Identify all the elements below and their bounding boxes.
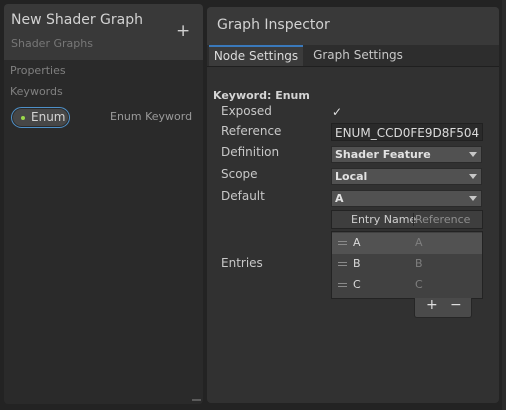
entry-row[interactable]: C C — [332, 275, 482, 296]
exposed-checkbox[interactable]: ✓ — [332, 105, 342, 119]
default-dropdown[interactable]: A — [331, 190, 482, 207]
enum-keyword-pill[interactable]: Enum — [11, 107, 70, 128]
entries-label: Entries — [221, 256, 263, 270]
entry-name[interactable]: C — [353, 278, 361, 291]
remove-entry-button[interactable]: − — [450, 297, 462, 313]
exposed-label: Exposed — [221, 104, 272, 118]
reference-label: Reference — [221, 124, 282, 138]
blackboard-header: New Shader Graph Shader Graphs + — [4, 4, 203, 60]
entry-row[interactable]: A A — [332, 233, 482, 254]
graph-path-subtitle: Shader Graphs — [11, 37, 93, 50]
default-value: A — [335, 192, 344, 205]
scope-value: Local — [335, 170, 368, 183]
definition-label: Definition — [221, 145, 280, 159]
chevron-down-icon — [469, 152, 477, 157]
entry-reference: C — [415, 278, 423, 291]
entries-header: Entry Name Reference — [331, 210, 483, 229]
keyword-heading: Keyword: Enum — [213, 89, 310, 102]
scope-dropdown[interactable]: Local — [331, 168, 482, 185]
exposed-dot-icon — [21, 116, 25, 120]
entry-reference: B — [415, 257, 423, 270]
chevron-down-icon — [469, 174, 477, 179]
default-label: Default — [221, 189, 265, 203]
properties-section-label[interactable]: Properties — [10, 64, 66, 77]
chevron-down-icon — [469, 196, 477, 201]
reference-column: Reference — [415, 213, 471, 226]
add-entry-button[interactable]: + — [426, 297, 438, 313]
blackboard-panel: New Shader Graph Shader Graphs + Propert… — [4, 4, 203, 404]
entry-name[interactable]: B — [353, 257, 361, 270]
add-property-button[interactable]: + — [176, 23, 190, 40]
tab-node-settings[interactable]: Node Settings — [209, 45, 303, 66]
resize-handle-icon[interactable] — [192, 399, 201, 401]
tab-graph-settings[interactable]: Graph Settings — [310, 45, 406, 66]
entry-name-column: Entry Name — [351, 213, 417, 226]
window-edge — [502, 0, 506, 410]
graph-title[interactable]: New Shader Graph — [11, 12, 143, 28]
definition-value: Shader Feature — [335, 148, 431, 161]
column-divider — [413, 213, 414, 226]
entries-list: A A B B C C — [331, 231, 483, 299]
entries-footer-buttons: + − — [414, 297, 472, 318]
entry-name[interactable]: A — [353, 236, 361, 249]
drag-handle-icon[interactable] — [338, 241, 347, 245]
inspector-title: Graph Inspector — [217, 17, 330, 33]
graph-inspector-panel: Graph Inspector Node Settings Graph Sett… — [207, 7, 499, 403]
keywords-section-label[interactable]: Keywords — [10, 85, 63, 98]
definition-dropdown[interactable]: Shader Feature — [331, 146, 482, 163]
scope-label: Scope — [221, 167, 258, 181]
keyword-name-label: Enum — [31, 110, 66, 124]
drag-handle-icon[interactable] — [338, 283, 347, 287]
drag-handle-icon[interactable] — [338, 262, 347, 266]
entry-reference: A — [415, 236, 423, 249]
inspector-header: Graph Inspector — [207, 7, 499, 45]
inspector-tab-bar: Node Settings Graph Settings — [207, 45, 499, 67]
entry-row[interactable]: B B — [332, 254, 482, 275]
reference-input[interactable]: ENUM_CCD0FE9D8F504 — [331, 123, 483, 141]
keyword-type-label: Enum Keyword — [110, 110, 193, 123]
